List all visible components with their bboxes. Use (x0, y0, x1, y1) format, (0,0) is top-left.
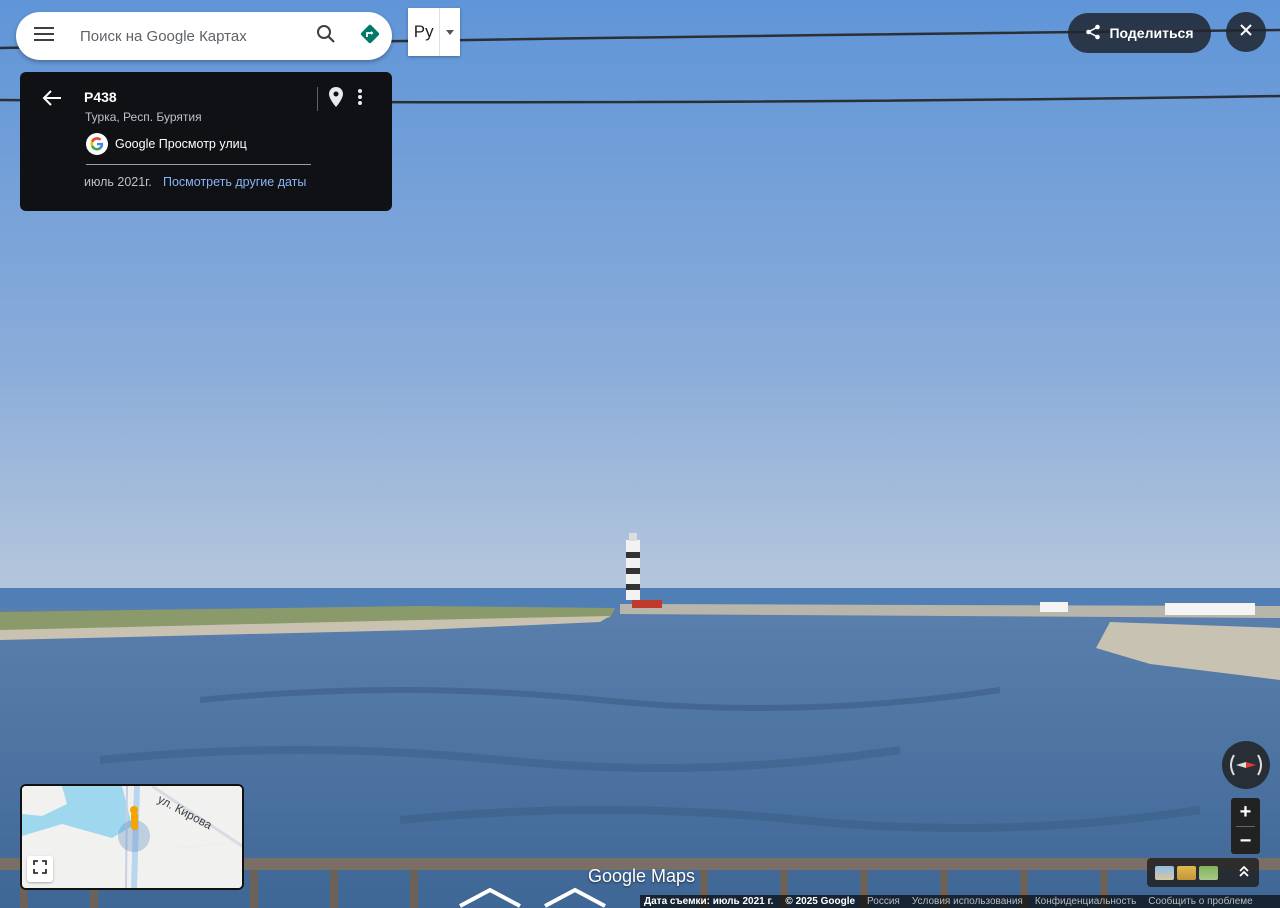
share-button[interactable]: Поделиться (1068, 13, 1211, 53)
zoom-in-button[interactable]: + (1231, 798, 1260, 826)
directions-icon (359, 23, 381, 50)
street-view-service-label: Google Просмотр улиц (115, 137, 247, 151)
fullscreen-icon (33, 859, 47, 879)
country-link[interactable]: Россия (863, 896, 908, 907)
capture-date-footer: Дата съемки: июль 2021 г. (644, 896, 774, 907)
search-button[interactable] (304, 12, 348, 60)
search-icon (316, 24, 336, 49)
arrow-back-icon (42, 89, 62, 112)
back-button[interactable] (38, 86, 66, 114)
footer-bar: Дата съемки: июль 2021 г. © 2025 Google … (640, 895, 1280, 908)
double-chevron-up-icon (1239, 864, 1249, 882)
location-info-card: Р438 Турка, Респ. Бурятия Google Просмот… (20, 72, 392, 211)
language-selector[interactable]: Ру (408, 8, 460, 56)
location-subtitle: Турка, Респ. Бурятия (85, 110, 202, 124)
privacy-link[interactable]: Конфиденциальность (1031, 896, 1144, 907)
imagery-layers-strip (1147, 858, 1259, 887)
see-other-dates-link[interactable]: Посмотреть другие даты (163, 175, 306, 189)
expand-map-button[interactable] (27, 856, 53, 882)
compass-icon (1230, 754, 1262, 776)
menu-button[interactable] (16, 12, 72, 60)
close-icon (1240, 23, 1252, 41)
show-on-map-button[interactable] (325, 86, 347, 112)
expand-layers-button[interactable] (1239, 864, 1249, 882)
layer-thumb-1[interactable] (1155, 865, 1174, 880)
more-options-button[interactable] (350, 86, 370, 112)
zoom-control: + − (1231, 798, 1260, 854)
mini-map[interactable]: ул. Кирова (20, 784, 244, 890)
search-box (16, 12, 392, 60)
language-label: Ру (408, 8, 441, 56)
location-pin-icon (329, 86, 343, 112)
caret-down-icon (440, 8, 460, 56)
close-button[interactable] (1226, 12, 1266, 52)
share-label: Поделиться (1109, 25, 1194, 41)
layer-thumb-3[interactable] (1199, 865, 1218, 880)
terms-link[interactable]: Условия использования (908, 896, 1031, 907)
hamburger-menu-icon (34, 26, 54, 47)
layer-thumb-2[interactable] (1177, 865, 1196, 880)
street-view-source: Google Просмотр улиц (86, 133, 247, 155)
google-maps-watermark: Google Maps (588, 866, 696, 886)
card-divider (86, 164, 311, 165)
compass-control[interactable] (1222, 741, 1270, 789)
google-logo-icon (86, 133, 108, 155)
location-title: Р438 (84, 89, 117, 105)
copyright: © 2025 Google (785, 896, 856, 907)
directions-button[interactable] (348, 12, 392, 60)
capture-date: июль 2021г. (84, 175, 152, 189)
zoom-out-button[interactable]: − (1231, 827, 1260, 855)
mini-map-image (22, 786, 242, 888)
report-problem-link[interactable]: Сообщить о проблеме (1144, 896, 1260, 907)
more-vert-icon (358, 88, 362, 110)
divider (317, 87, 318, 111)
share-icon (1085, 24, 1101, 43)
search-input[interactable] (72, 15, 304, 57)
